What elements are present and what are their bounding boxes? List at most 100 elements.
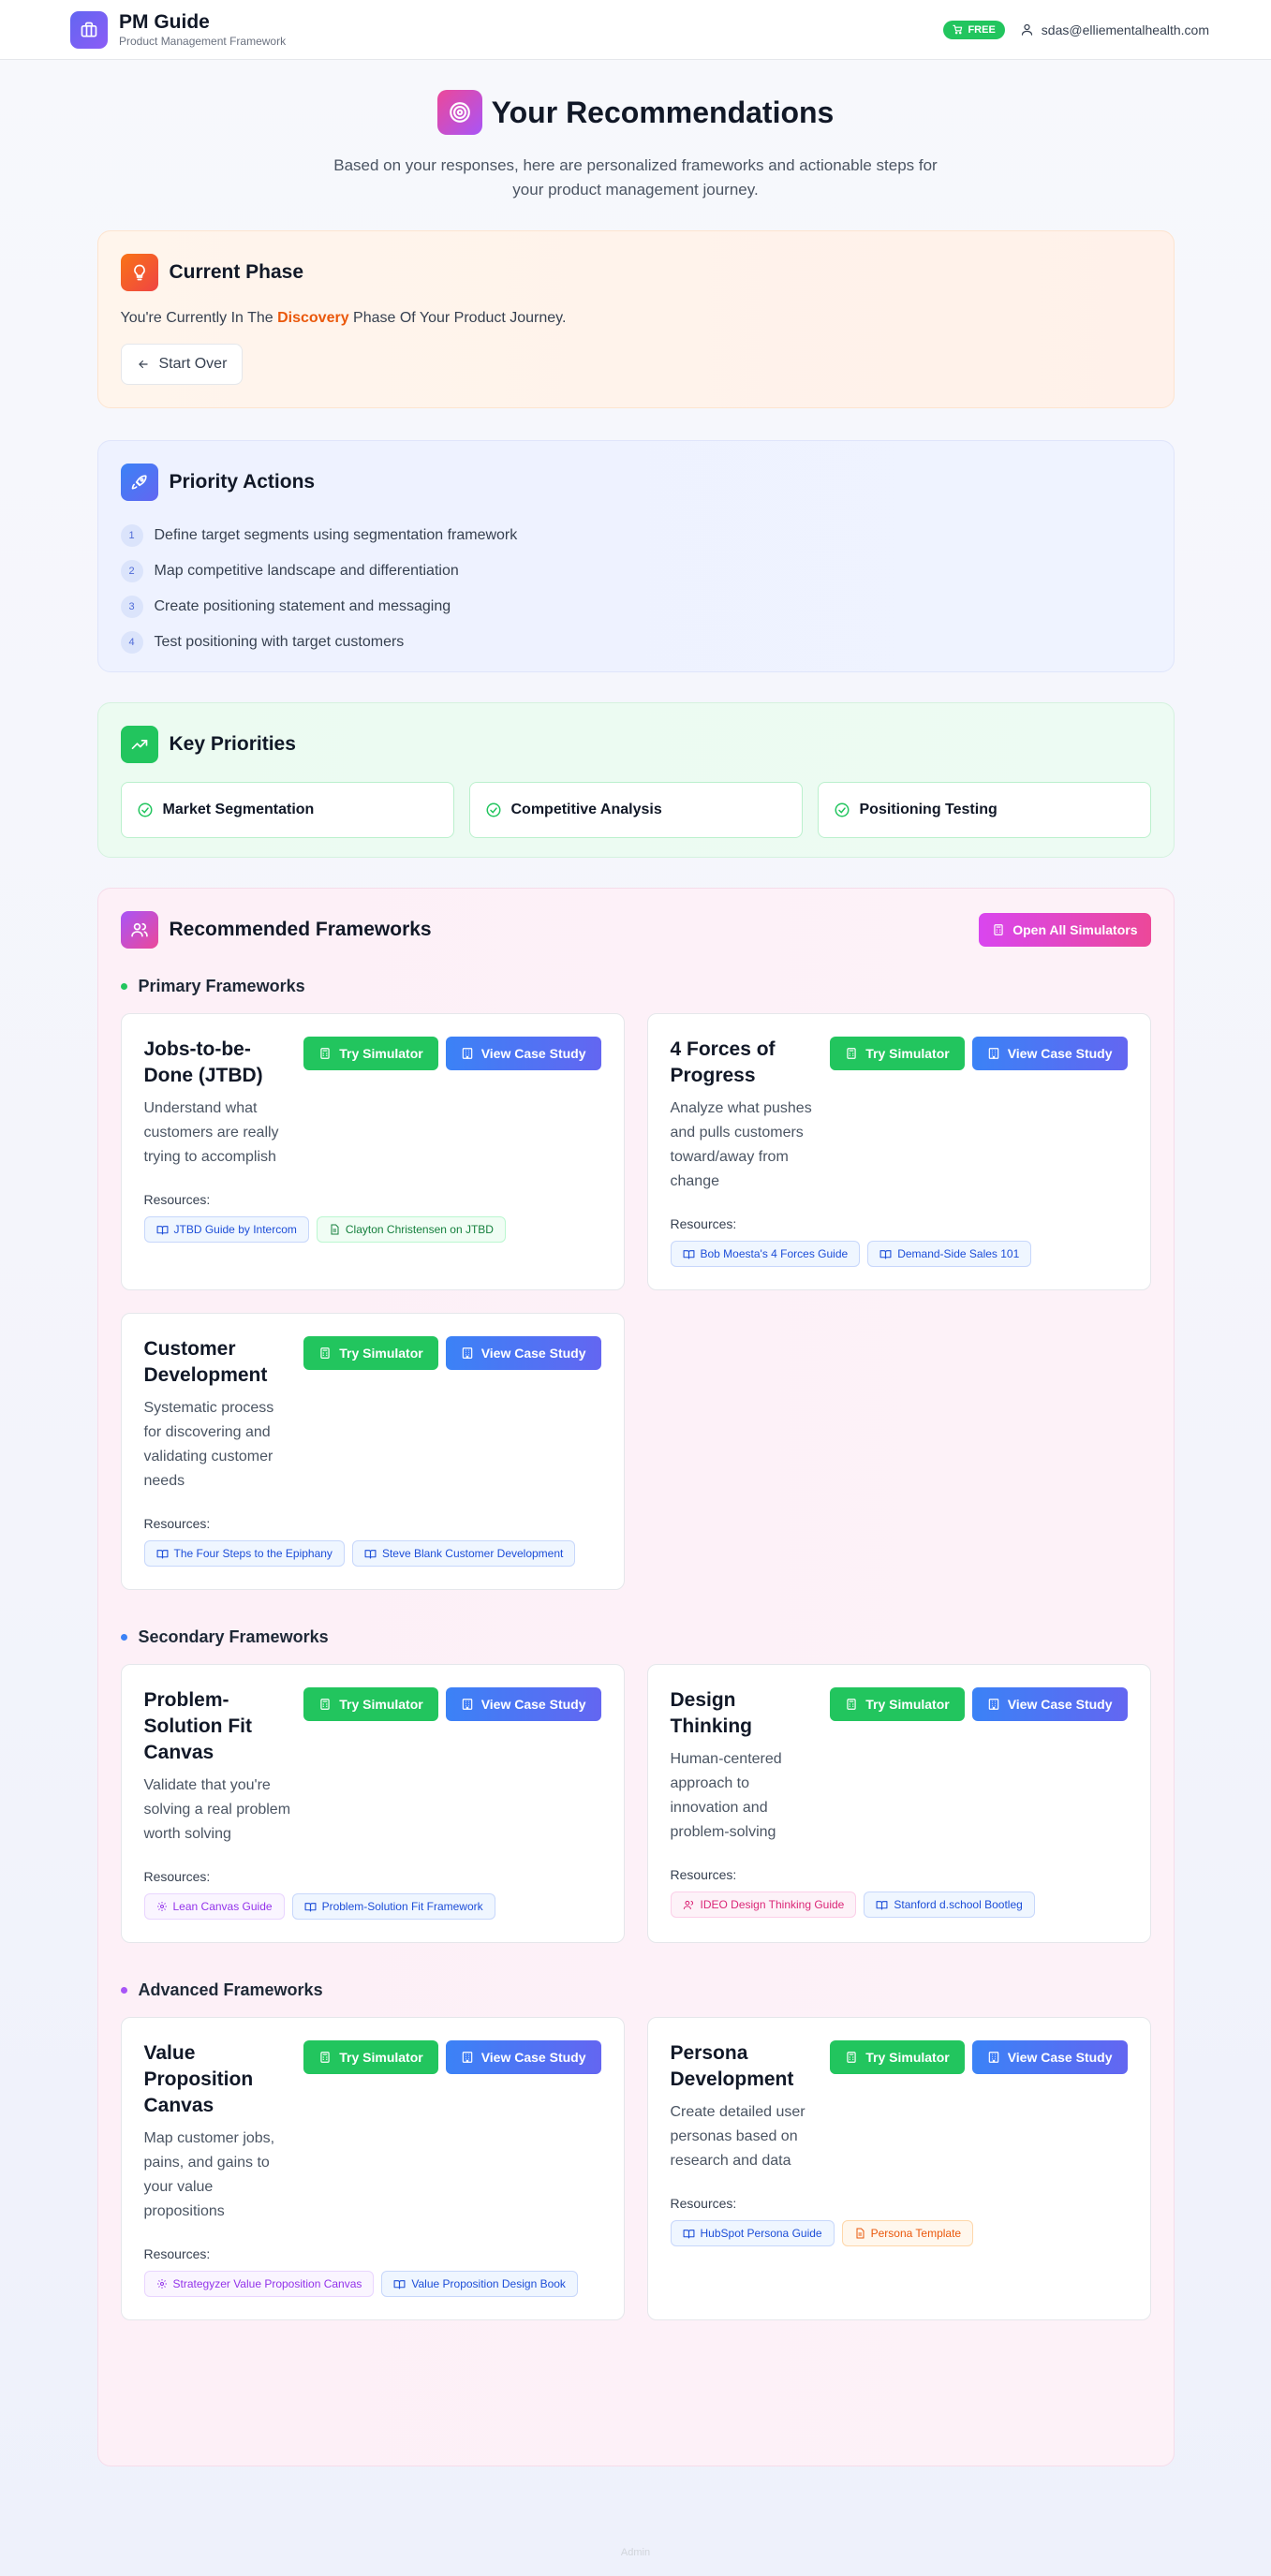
footer-text: Admin bbox=[620, 2547, 651, 2558]
resources-label: Resources: bbox=[143, 1869, 211, 1884]
key-priorities-grid: Market Segmentation Competitive Analysis P… bbox=[120, 782, 1151, 838]
key-priority-item: Market Segmentation bbox=[120, 782, 454, 838]
page-subtitle: Based on your responses, here are person… bbox=[333, 156, 938, 199]
key-priorities-title: Key Priorities bbox=[169, 733, 296, 755]
framework-description: Understand what customers are really try… bbox=[143, 1100, 279, 1165]
advanced-frameworks-section: Advanced Frameworks Value Proposition Ca… bbox=[120, 1980, 1151, 2320]
users-icon bbox=[120, 911, 158, 949]
try-simulator-button[interactable]: Try Simulator bbox=[303, 1037, 438, 1070]
framework-card: Value Proposition Canvas Map customer jo… bbox=[120, 2017, 625, 2320]
view-case-study-button[interactable]: View Case Study bbox=[971, 2040, 1128, 2074]
view-case-study-label: View Case Study bbox=[480, 2050, 586, 2065]
book-icon bbox=[683, 1248, 695, 1260]
key-priority-label: Positioning Testing bbox=[859, 802, 998, 817]
view-case-study-button[interactable]: View Case Study bbox=[445, 1687, 601, 1721]
framework-description: Create detailed user personas based on r… bbox=[670, 2104, 805, 2169]
view-case-study-button[interactable]: View Case Study bbox=[971, 1687, 1128, 1721]
calculator-icon bbox=[847, 1699, 856, 1710]
current-phase-card: Current Phase You're Currently In The Di… bbox=[96, 230, 1175, 408]
resource-label: Persona Template bbox=[870, 2227, 962, 2240]
resource-link[interactable]: Stanford d.school Bootleg bbox=[864, 1892, 1035, 1918]
plan-badge[interactable]: FREE bbox=[943, 20, 1005, 39]
check-circle-icon bbox=[486, 802, 500, 817]
try-simulator-button[interactable]: Try Simulator bbox=[830, 1687, 965, 1721]
resource-label: Bob Moesta's 4 Forces Guide bbox=[700, 1247, 849, 1260]
framework-name: Customer Development bbox=[143, 1338, 268, 1386]
resource-tags: Strategyzer Value Proposition Canvas Valu… bbox=[143, 2271, 601, 2297]
action-number: 4 bbox=[120, 631, 143, 654]
resource-link[interactable]: The Four Steps to the Epiphany bbox=[143, 1540, 345, 1567]
framework-name: Persona Development bbox=[670, 2042, 794, 2090]
gear-icon bbox=[156, 1901, 168, 1912]
secondary-frameworks-grid: Problem-Solution Fit Canvas Validate tha… bbox=[120, 1664, 1151, 1943]
resource-link[interactable]: Value Proposition Design Book bbox=[381, 2271, 578, 2297]
key-priority-label: Market Segmentation bbox=[162, 802, 315, 817]
resource-link[interactable]: Persona Template bbox=[841, 2220, 974, 2246]
try-simulator-button[interactable]: Try Simulator bbox=[303, 2040, 438, 2074]
resource-link[interactable]: Clayton Christensen on JTBD bbox=[316, 1216, 506, 1243]
current-phase-text: You're Currently In The Discovery Phase … bbox=[120, 310, 567, 326]
calculator-icon bbox=[320, 1048, 330, 1059]
priority-actions-card: Priority Actions 1 Define target segments… bbox=[96, 440, 1175, 672]
primary-frameworks-heading: Primary Frameworks bbox=[138, 977, 305, 995]
priority-action-item: 2 Map competitive landscape and different… bbox=[120, 553, 1151, 589]
arrow-left-icon bbox=[138, 360, 148, 369]
try-simulator-button[interactable]: Try Simulator bbox=[303, 1687, 438, 1721]
action-text: Create positioning statement and messagi… bbox=[154, 598, 451, 614]
start-over-button[interactable]: Start Over bbox=[120, 344, 244, 385]
resources-label: Resources: bbox=[143, 2246, 211, 2261]
open-all-label: Open All Simulators bbox=[1012, 922, 1138, 937]
framework-card: Customer Development Systematic process … bbox=[120, 1313, 625, 1590]
resource-link[interactable]: Problem-Solution Fit Framework bbox=[291, 1893, 495, 1920]
building-icon bbox=[462, 1048, 472, 1059]
target-icon bbox=[436, 90, 482, 135]
framework-description: Map customer jobs, pains, and gains to y… bbox=[143, 2130, 275, 2219]
plan-badge-label: FREE bbox=[968, 23, 996, 36]
open-all-simulators-button[interactable]: Open All Simulators bbox=[979, 913, 1151, 947]
resources-label: Resources: bbox=[670, 2196, 737, 2211]
view-case-study-button[interactable]: View Case Study bbox=[445, 2040, 601, 2074]
building-icon bbox=[988, 1699, 998, 1710]
recommended-frameworks-card: Recommended Frameworks Open All Simulato… bbox=[96, 888, 1175, 2466]
recommended-frameworks-title: Recommended Frameworks bbox=[169, 919, 432, 940]
book-icon bbox=[156, 1224, 169, 1236]
cart-icon bbox=[953, 24, 963, 35]
action-text: Define target segments using segmentatio… bbox=[154, 527, 518, 543]
app-title: PM Guide bbox=[119, 10, 210, 33]
resource-tags: JTBD Guide by Intercom Clayton Christense… bbox=[143, 1216, 601, 1243]
trending-up-icon bbox=[120, 726, 158, 763]
book-icon bbox=[683, 2228, 695, 2240]
resource-label: JTBD Guide by Intercom bbox=[173, 1223, 297, 1236]
view-case-study-label: View Case Study bbox=[480, 1697, 586, 1712]
try-simulator-button[interactable]: Try Simulator bbox=[830, 1037, 965, 1070]
secondary-dot bbox=[120, 1634, 127, 1641]
view-case-study-button[interactable]: View Case Study bbox=[445, 1037, 601, 1070]
resource-tags: Lean Canvas Guide Problem-Solution Fit Fr… bbox=[143, 1893, 601, 1920]
resource-link[interactable]: IDEO Design Thinking Guide bbox=[670, 1892, 857, 1918]
resource-link[interactable]: HubSpot Persona Guide bbox=[670, 2220, 835, 2246]
resource-link[interactable]: JTBD Guide by Intercom bbox=[143, 1216, 309, 1243]
key-priority-item: Positioning Testing bbox=[817, 782, 1151, 838]
book-icon bbox=[304, 1901, 317, 1913]
framework-description: Human-centered approach to innovation an… bbox=[670, 1751, 782, 1840]
calculator-icon bbox=[847, 1048, 856, 1059]
try-simulator-button[interactable]: Try Simulator bbox=[830, 2040, 965, 2074]
framework-card: 4 Forces of Progress Analyze what pushes… bbox=[646, 1013, 1151, 1290]
brand[interactable]: PM Guide Product Management Framework bbox=[70, 10, 286, 49]
user-menu[interactable]: sdas@elliementalhealth.com bbox=[1020, 22, 1209, 37]
users-icon bbox=[683, 1899, 695, 1911]
framework-name: Problem-Solution Fit Canvas bbox=[143, 1689, 252, 1763]
resource-link[interactable]: Bob Moesta's 4 Forces Guide bbox=[670, 1241, 861, 1267]
building-icon bbox=[462, 1347, 472, 1359]
resource-link[interactable]: Demand-Side Sales 101 bbox=[867, 1241, 1032, 1267]
view-case-study-button[interactable]: View Case Study bbox=[445, 1336, 601, 1370]
resource-link[interactable]: Steve Blank Customer Development bbox=[351, 1540, 576, 1567]
resource-link[interactable]: Lean Canvas Guide bbox=[143, 1893, 285, 1920]
resource-tags: Bob Moesta's 4 Forces Guide Demand-Side S… bbox=[670, 1241, 1128, 1267]
try-simulator-button[interactable]: Try Simulator bbox=[303, 1336, 438, 1370]
view-case-study-label: View Case Study bbox=[480, 1046, 586, 1061]
resource-link[interactable]: Strategyzer Value Proposition Canvas bbox=[143, 2271, 375, 2297]
calculator-icon bbox=[320, 1347, 330, 1359]
view-case-study-button[interactable]: View Case Study bbox=[971, 1037, 1128, 1070]
user-email: sdas@elliementalhealth.com bbox=[1041, 22, 1209, 37]
